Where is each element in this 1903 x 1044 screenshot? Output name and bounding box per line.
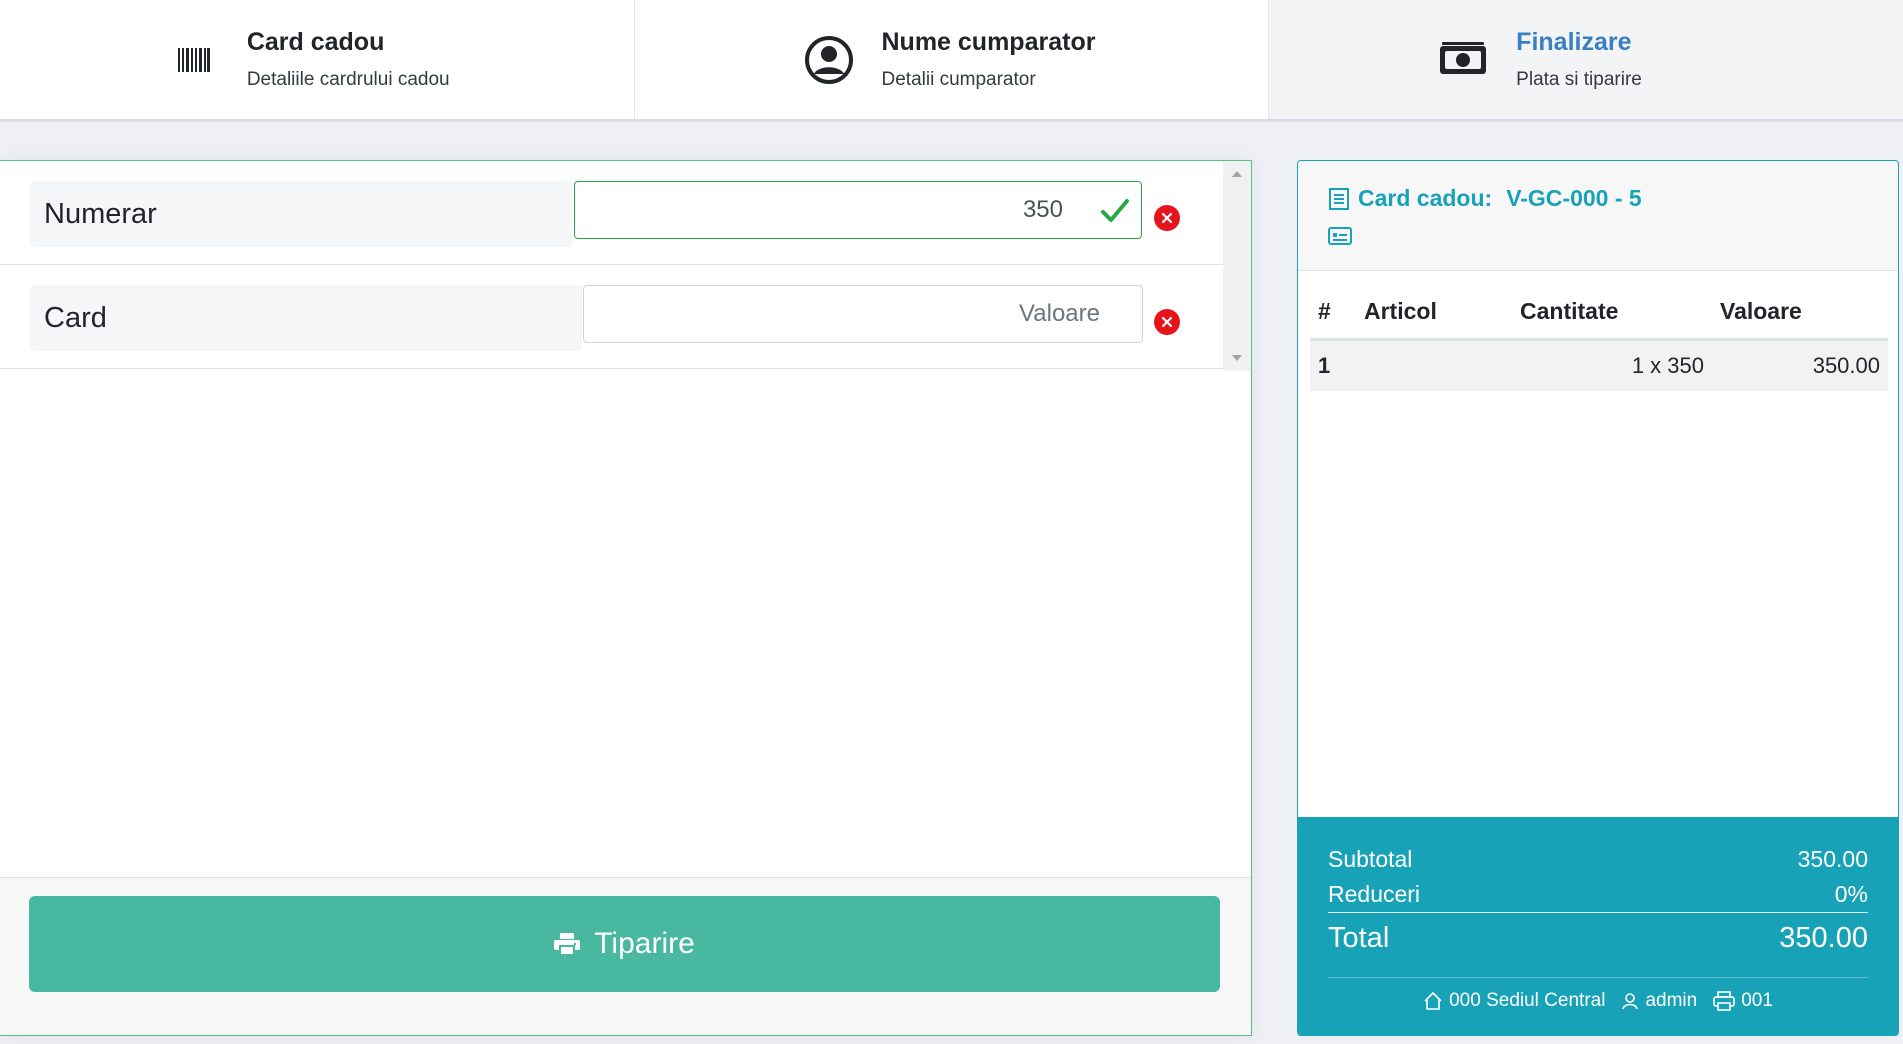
receipt-items-table: # Articol Cantitate Valoare 1 1 x 350 35…	[1310, 286, 1888, 391]
row-value: 350.00	[1712, 339, 1888, 391]
receipt-title-prefix: Card cadou:	[1358, 185, 1493, 211]
list-scrollbar[interactable]	[1223, 161, 1251, 371]
payment-row-card: Card	[0, 265, 1225, 369]
remove-payment-button[interactable]	[1154, 309, 1180, 335]
step-subtitle: Plata si tiparire	[1516, 69, 1642, 90]
receipt-icon	[1329, 187, 1349, 210]
step-subtitle: Detaliile cardrului cadou	[246, 69, 450, 90]
subtotal-row: Subtotal 350.00	[1328, 841, 1868, 877]
footer-user-text: admin	[1645, 990, 1698, 1011]
payment-row-cash: Numerar	[0, 161, 1225, 265]
user-icon	[1622, 993, 1639, 1010]
payment-methods-list: Numerar Card	[0, 161, 1225, 371]
close-icon	[1161, 212, 1173, 224]
home-icon	[1424, 992, 1442, 1010]
receipt-title: Card cadou: V-GC-000 - 5	[1328, 185, 1898, 212]
step-gift-card[interactable]: Card cadou Detaliile cardrului cadou	[0, 0, 635, 119]
column-header-article: Articol	[1356, 286, 1512, 341]
receipt-header: Card cadou: V-GC-000 - 5	[1298, 161, 1898, 271]
check-icon	[1101, 199, 1129, 222]
payment-label: Card	[30, 285, 582, 351]
row-article	[1356, 339, 1512, 391]
cash-amount-input[interactable]	[574, 181, 1142, 239]
row-quantity: 1 x 350	[1512, 339, 1712, 391]
subtotal-label: Subtotal	[1328, 845, 1413, 872]
step-subtitle: Detalii cumparator	[881, 69, 1036, 90]
receipt-panel: Card cadou: V-GC-000 - 5 # Articol Canti…	[1297, 160, 1899, 1036]
id-card-icon	[1328, 226, 1898, 251]
footer-location: 000 Sediul Central	[1423, 990, 1605, 1012]
money-icon	[1436, 33, 1490, 87]
checkout-stepper: Card cadou Detaliile cardrului cadou Num…	[0, 0, 1903, 122]
receipt-code: V-GC-000 - 5	[1506, 185, 1642, 211]
card-amount-input[interactable]	[583, 285, 1143, 343]
totals-section: Subtotal 350.00 Reduceri 0% Total 350.00…	[1298, 817, 1898, 1035]
user-circle-icon	[802, 33, 856, 87]
table-header-row: # Articol Cantitate Valoare	[1310, 286, 1888, 341]
payment-panel: Numerar Card	[0, 160, 1252, 1036]
barcode-icon	[167, 33, 221, 87]
payment-label: Numerar	[30, 181, 572, 247]
total-value: 350.00	[1779, 921, 1868, 954]
print-button-label: Tiparire	[594, 927, 695, 960]
divider	[1328, 977, 1868, 978]
print-button[interactable]: Tiparire	[29, 896, 1220, 992]
total-label: Total	[1328, 921, 1390, 954]
subtotal-value: 350.00	[1797, 845, 1868, 872]
step-title: Card cadou	[246, 28, 385, 56]
receipt-footer: 000 Sediul Central admin 001	[1328, 990, 1868, 1012]
column-header-number: #	[1310, 286, 1356, 341]
total-row: Total 350.00	[1328, 913, 1868, 963]
table-row: 1 1 x 350 350.00	[1310, 339, 1888, 391]
footer-location-text: 000 Sediul Central	[1449, 990, 1606, 1011]
column-header-value: Valoare	[1712, 286, 1888, 341]
step-finalize[interactable]: Finalizare Plata si tiparire	[1269, 0, 1903, 119]
step-title: Finalizare	[1516, 28, 1632, 56]
footer-user: admin	[1621, 990, 1697, 1012]
close-icon	[1161, 316, 1173, 328]
remove-payment-button[interactable]	[1154, 205, 1180, 231]
step-title: Nume cumparator	[881, 28, 1096, 56]
discount-value: 0%	[1834, 881, 1868, 907]
printer-icon	[554, 933, 581, 955]
discount-label: Reduceri	[1328, 881, 1421, 907]
printer-icon	[1713, 991, 1735, 1011]
scroll-up-arrow-icon[interactable]	[1232, 171, 1242, 177]
footer-register: 001	[1713, 990, 1773, 1012]
footer-register-text: 001	[1741, 990, 1773, 1011]
scroll-down-arrow-icon[interactable]	[1232, 355, 1242, 361]
column-header-quantity: Cantitate	[1512, 286, 1712, 341]
step-buyer-name[interactable]: Nume cumparator Detalii cumparator	[635, 0, 1270, 119]
row-number: 1	[1310, 339, 1356, 391]
discount-row: Reduceri 0%	[1328, 877, 1868, 913]
print-area: Tiparire	[0, 877, 1251, 1035]
